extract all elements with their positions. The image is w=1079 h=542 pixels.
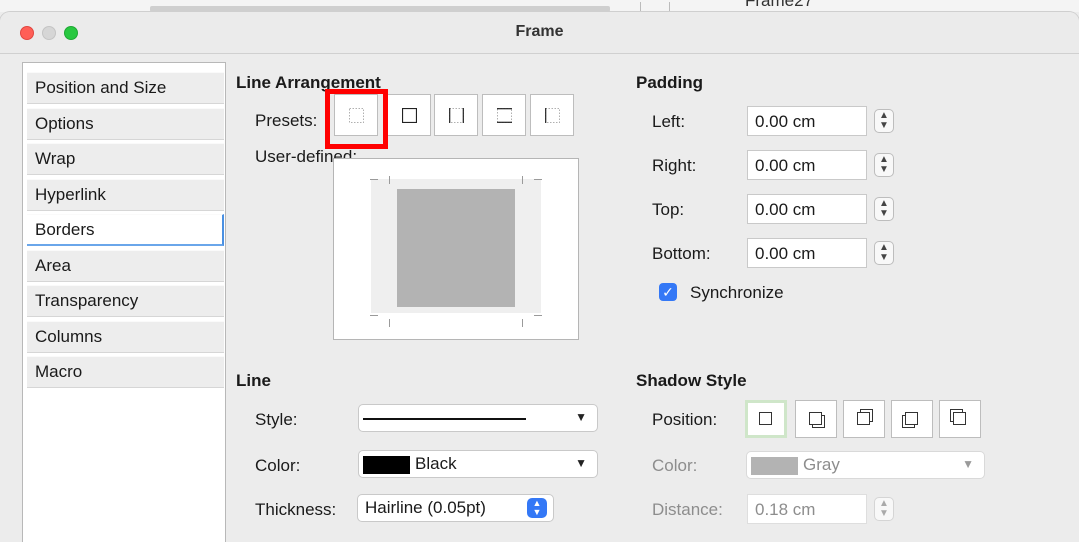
preset-left-only-button[interactable] xyxy=(530,94,574,136)
corner-tick xyxy=(389,176,390,184)
tab-area[interactable]: Area xyxy=(27,250,224,282)
background-window-title: Frame27 xyxy=(745,0,814,10)
tab-columns[interactable]: Columns xyxy=(27,321,224,353)
border-box-icon xyxy=(401,107,417,123)
shadow-distance-label: Distance: xyxy=(652,500,723,519)
preview-content-area xyxy=(397,189,515,307)
shadow-top-right-icon xyxy=(857,409,873,426)
padding-bottom-field[interactable]: 0.00 cm xyxy=(747,238,867,268)
padding-bottom-label: Bottom: xyxy=(652,244,711,263)
background-control xyxy=(640,2,670,12)
shadow-none-button[interactable] xyxy=(745,400,787,438)
line-color-value: Black xyxy=(415,454,457,473)
tab-transparency[interactable]: Transparency xyxy=(27,285,224,317)
padding-bottom-spin[interactable]: ▲ ▼ xyxy=(874,241,894,265)
padding-top-spin[interactable]: ▲ ▼ xyxy=(874,197,894,221)
line-color-dropdown[interactable]: Black ▼ xyxy=(358,450,598,478)
shadow-top-right-button[interactable] xyxy=(843,400,885,438)
corner-tick xyxy=(370,315,378,316)
dropdown-arrow-icon: ▼ xyxy=(962,457,974,471)
shadow-bottom-right-icon xyxy=(809,412,825,428)
corner-tick xyxy=(522,176,523,184)
line-color-label: Color: xyxy=(255,456,301,475)
line-thickness-select[interactable]: Hairline (0.05pt) ▲ ▼ xyxy=(357,494,554,522)
corner-tick xyxy=(534,315,542,316)
padding-left-spin[interactable]: ▲ ▼ xyxy=(874,109,894,133)
padding-right-label: Right: xyxy=(652,156,697,175)
shadow-color-label: Color: xyxy=(652,456,698,475)
shadow-color-dropdown[interactable]: Gray ▼ xyxy=(746,451,985,479)
tab-options[interactable]: Options xyxy=(27,108,224,140)
tab-macro[interactable]: Macro xyxy=(27,356,224,388)
preset-highlight-box xyxy=(325,89,388,149)
border-left-right-icon xyxy=(448,107,464,123)
shadow-bottom-left-button[interactable] xyxy=(891,400,933,438)
shadow-top-left-icon xyxy=(950,409,967,426)
border-top-bottom-icon xyxy=(496,107,512,123)
padding-title: Padding xyxy=(636,73,704,92)
shadow-distance-spin[interactable]: ▲ ▼ xyxy=(874,497,894,521)
dropdown-arrow-icon: ▼ xyxy=(575,410,587,424)
line-style-label: Style: xyxy=(255,410,298,429)
padding-top-field[interactable]: 0.00 cm xyxy=(747,194,867,224)
line-thickness-value: Hairline (0.05pt) xyxy=(365,498,486,517)
line-title: Line xyxy=(236,371,271,390)
shadow-top-left-button[interactable] xyxy=(939,400,981,438)
dropdown-arrow-icon: ▼ xyxy=(575,456,587,470)
corner-tick xyxy=(389,319,390,327)
preset-left-right-button[interactable] xyxy=(434,94,478,136)
preset-box-button[interactable] xyxy=(387,94,431,136)
shadow-bottom-right-button[interactable] xyxy=(795,400,837,438)
tab-wrap[interactable]: Wrap xyxy=(27,143,224,175)
shadow-distance-field[interactable]: 0.18 cm xyxy=(747,494,867,524)
corner-tick xyxy=(534,179,542,180)
window-title: Frame xyxy=(515,23,564,40)
padding-top-label: Top: xyxy=(652,200,685,219)
tab-hyperlink[interactable]: Hyperlink xyxy=(27,179,224,211)
line-thickness-label: Thickness: xyxy=(255,500,337,519)
black-color-swatch xyxy=(363,456,410,474)
user-defined-border-preview[interactable] xyxy=(333,158,579,340)
tab-borders[interactable]: Borders xyxy=(27,214,224,246)
gray-color-swatch xyxy=(751,457,798,475)
padding-left-label: Left: xyxy=(652,112,686,131)
line-style-dropdown[interactable]: ▼ xyxy=(358,404,598,432)
corner-tick xyxy=(522,319,523,327)
corner-tick xyxy=(370,179,378,180)
shadow-color-value: Gray xyxy=(803,455,840,474)
shadow-position-label: Position: xyxy=(652,410,718,429)
padding-right-spin[interactable]: ▲ ▼ xyxy=(874,153,894,177)
updown-chevron-icon[interactable]: ▲ ▼ xyxy=(527,498,547,518)
padding-left-field[interactable]: 0.00 cm xyxy=(747,106,867,136)
tab-position-and-size[interactable]: Position and Size xyxy=(27,72,224,104)
shadow-bottom-left-icon xyxy=(902,412,919,428)
border-left-only-icon xyxy=(544,107,560,123)
shadow-style-title: Shadow Style xyxy=(636,371,747,390)
sidebar-tabs: Position and Size Options Wrap Hyperlink… xyxy=(22,62,226,542)
synchronize-label: Synchronize xyxy=(690,283,784,302)
shadow-none-icon xyxy=(759,412,773,426)
preset-top-bottom-button[interactable] xyxy=(482,94,526,136)
padding-right-field[interactable]: 0.00 cm xyxy=(747,150,867,180)
titlebar: Frame xyxy=(0,12,1079,54)
synchronize-checkbox[interactable]: ✓ xyxy=(659,283,677,301)
presets-label: Presets: xyxy=(255,111,318,130)
solid-line-sample xyxy=(363,418,526,420)
